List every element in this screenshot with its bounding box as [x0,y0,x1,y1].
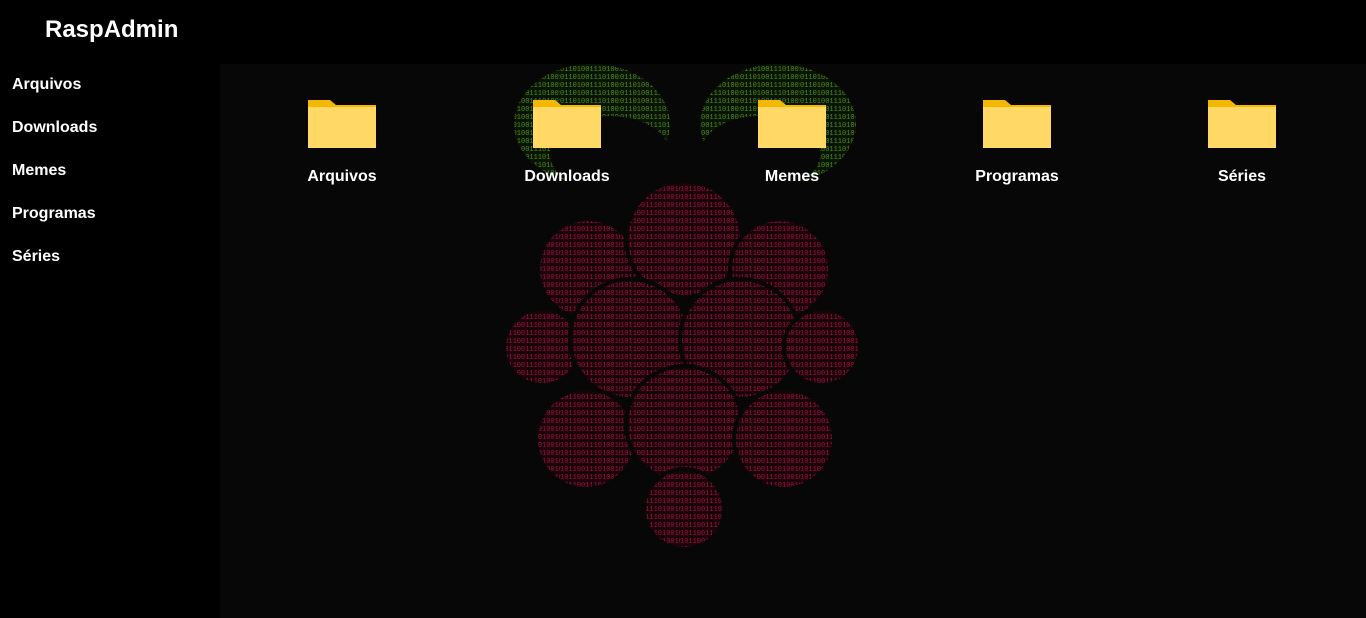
main-content: 1011001110100101001 0110100111010011010 [220,64,1366,618]
folder-memes[interactable]: Memes [727,98,857,186]
folder-label: Memes [764,168,820,185]
folder-icon [308,100,376,148]
folder-icon [1208,100,1276,148]
folder-programas[interactable]: Programas [952,98,1082,186]
folder-label: Arquivos [307,168,377,185]
sidebar-item-series[interactable]: Séries [12,248,60,266]
folder-label: Séries [1217,168,1267,185]
folder-arquivos[interactable]: Arquivos [277,98,407,186]
sidebar-item-arquivos[interactable]: Arquivos [12,76,81,94]
sidebar: Arquivos Downloads Memes Programas Série… [0,64,220,618]
sidebar-item-programas[interactable]: Programas [12,205,96,223]
folder-icon [758,100,826,148]
folder-label: Programas [975,168,1059,185]
logo-berry [502,179,862,551]
folder-label: Downloads [524,168,610,185]
folder-downloads[interactable]: Downloads [502,98,632,186]
folder-series[interactable]: Séries [1177,98,1307,186]
app-title: RaspAdmin [45,16,179,43]
sidebar-item-downloads[interactable]: Downloads [12,119,97,137]
folder-icon [983,100,1051,148]
sidebar-item-memes[interactable]: Memes [12,162,66,180]
folder-icon [533,100,601,148]
